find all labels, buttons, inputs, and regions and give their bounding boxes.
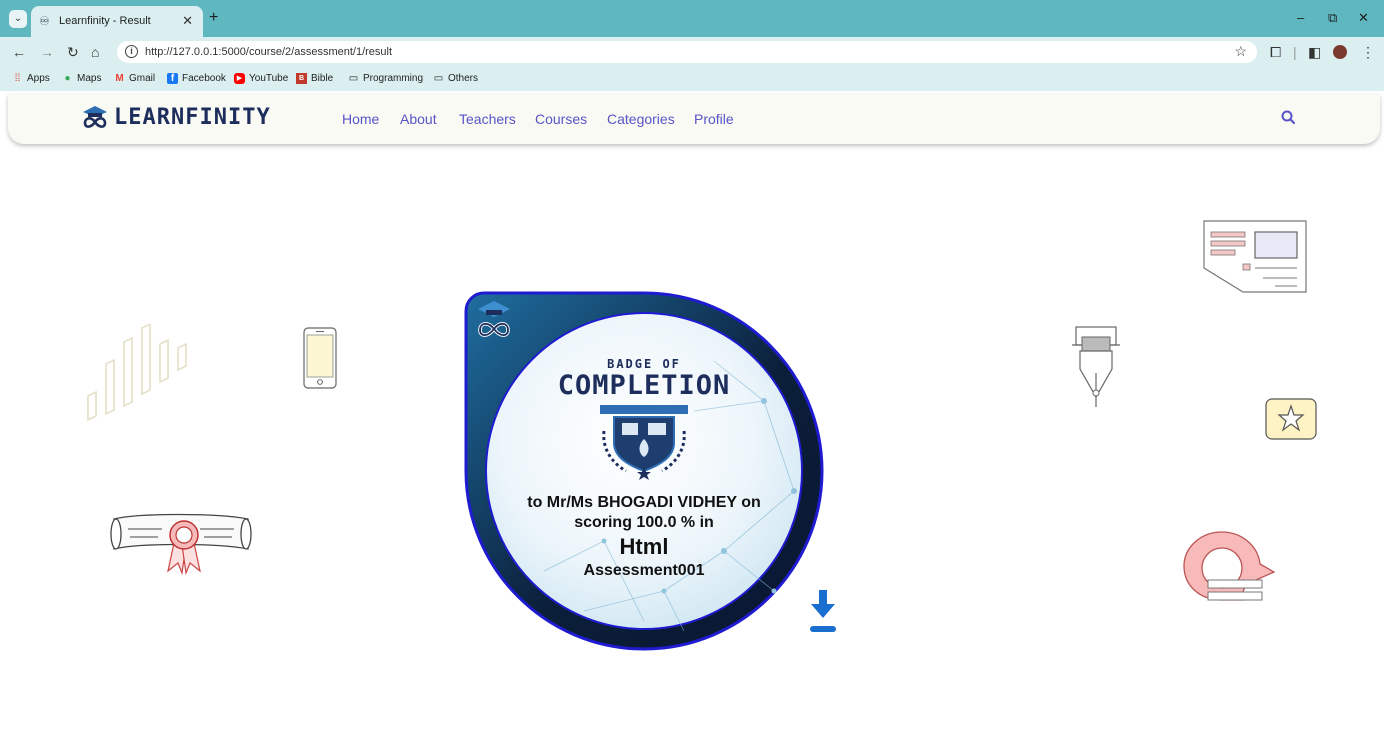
badge-score-line: scoring 100.0 % in	[574, 514, 714, 531]
tab-close-icon[interactable]: ✕	[182, 13, 193, 29]
close-window-icon[interactable]: ✕	[1358, 10, 1369, 26]
bookmarks-bar: ⁞⁞ Apps ● Maps M Gmail f Facebook ▶ YouTube B…	[0, 67, 1384, 91]
more-menu-icon[interactable]: ⋮	[1361, 44, 1375, 61]
folder-icon: ▭	[433, 73, 444, 84]
bookmark-programming[interactable]: ▭ Programming	[348, 73, 423, 84]
smartphone-deco-icon	[303, 327, 337, 389]
bookmark-apps[interactable]: ⁞⁞ Apps	[12, 73, 50, 84]
bible-icon: B	[296, 73, 307, 84]
gmail-icon: M	[115, 73, 124, 84]
browser-tab[interactable]: ♾ Learnfinity - Result ✕	[31, 6, 203, 37]
site-info-icon[interactable]: i	[125, 45, 138, 58]
new-tab-plus-icon[interactable]: +	[209, 9, 218, 27]
search-icon[interactable]	[1280, 109, 1296, 125]
profile-avatar[interactable]	[1333, 45, 1347, 59]
star-card-deco-icon	[1265, 398, 1317, 440]
badge-header-large: COMPLETION	[557, 370, 731, 401]
maps-pin-icon: ●	[64, 73, 71, 84]
bar-chart-deco-icon	[87, 324, 187, 422]
browser-tab-bar: ⌄ ♾ Learnfinity - Result ✕ + – ⧉ ✕	[0, 0, 1384, 37]
facebook-icon: f	[167, 73, 178, 84]
bookmark-gmail[interactable]: M Gmail	[114, 73, 155, 84]
tab-search-chevron-icon[interactable]: ⌄	[9, 10, 27, 28]
youtube-icon: ▶	[234, 73, 245, 84]
address-bar[interactable]: i http://127.0.0.1:5000/course/2/assessm…	[117, 41, 1257, 63]
learnfinity-logo-icon	[83, 106, 107, 128]
tab-title: Learnfinity - Result	[59, 15, 151, 27]
chat-bubble-deco-icon	[1183, 531, 1276, 601]
learnfinity-favicon-icon: ♾	[39, 14, 50, 28]
badge-header-small: BADGE OF	[607, 357, 681, 371]
browser-toolbar: ← → ↻ ⌂ i http://127.0.0.1:5000/course/2…	[0, 37, 1384, 67]
home-icon[interactable]: ⌂	[91, 44, 99, 60]
download-icon[interactable]	[808, 588, 838, 636]
toolbar-divider: |	[1293, 44, 1297, 60]
restore-icon[interactable]: ⧉	[1328, 10, 1337, 26]
url-text[interactable]: http://127.0.0.1:5000/course/2/assessmen…	[145, 46, 392, 58]
bookmark-bible[interactable]: B Bible	[296, 73, 333, 84]
badge-frame	[464, 291, 824, 651]
badge-assessment-name: Assessment001	[583, 562, 705, 579]
nav-home[interactable]: Home	[342, 111, 379, 127]
badge-course-name: Html	[619, 534, 669, 559]
nav-teachers[interactable]: Teachers	[459, 111, 516, 127]
nav-categories[interactable]: Categories	[607, 111, 675, 127]
site-header: LEARNFINITY Home About Teachers Courses …	[8, 94, 1380, 144]
nav-about[interactable]: About	[400, 111, 437, 127]
brand-name: LEARNFINITY	[114, 104, 271, 130]
reload-icon[interactable]: ↻	[67, 44, 79, 61]
document-layout-deco-icon	[1203, 220, 1307, 293]
bookmark-star-icon[interactable]: ☆	[1234, 43, 1247, 60]
fountain-pen-deco-icon	[1072, 326, 1120, 407]
nav-courses[interactable]: Courses	[535, 111, 587, 127]
bookmark-others[interactable]: ▭ Others	[433, 73, 478, 84]
bookmark-facebook[interactable]: f Facebook	[167, 73, 226, 84]
certificate-scroll-deco-icon	[110, 513, 252, 575]
site-logo[interactable]: LEARNFINITY	[82, 104, 271, 130]
minimize-icon[interactable]: –	[1297, 10, 1304, 25]
apps-grid-icon: ⁞⁞	[14, 73, 21, 84]
nav-profile[interactable]: Profile	[694, 111, 734, 127]
bookmark-maps[interactable]: ● Maps	[62, 73, 101, 84]
extensions-puzzle-icon[interactable]: ⧠	[1270, 44, 1281, 61]
folder-icon: ▭	[348, 73, 359, 84]
back-arrow-icon[interactable]: ←	[12, 44, 26, 60]
badge-recipient-line: to Mr/Ms BHOGADI VIDHEY on	[527, 494, 761, 511]
bookmark-youtube[interactable]: ▶ YouTube	[234, 73, 288, 84]
side-panel-icon[interactable]: ◧	[1308, 44, 1321, 61]
completion-badge: BADGE OF COMPLETION to Mr/Ms BHOGADI VID…	[464, 291, 824, 651]
forward-arrow-icon[interactable]: →	[40, 44, 54, 60]
